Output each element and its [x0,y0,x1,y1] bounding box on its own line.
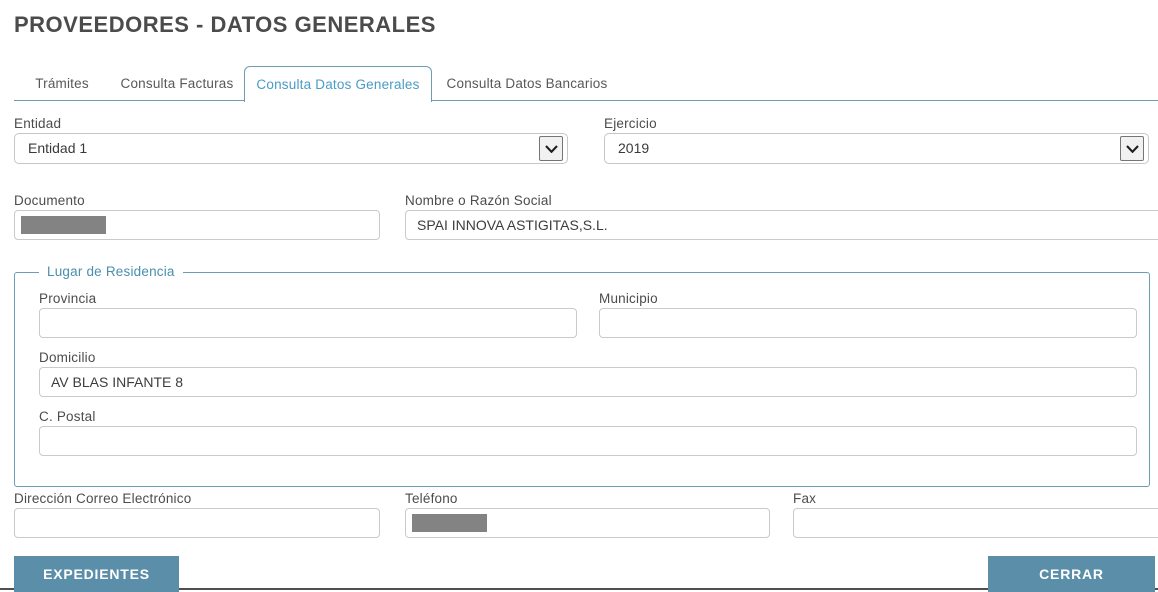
codigo-postal-label: C. Postal [39,409,96,424]
fax-input[interactable] [793,508,1158,538]
fax-label: Fax [793,491,816,506]
entidad-label: Entidad [14,116,61,131]
entidad-select[interactable]: Entidad 1 [14,133,568,164]
entidad-select-value: Entidad 1 [28,134,87,163]
ejercicio-select[interactable]: 2019 [604,133,1149,164]
provincia-input[interactable] [39,308,577,338]
domicilio-label: Domicilio [39,350,96,365]
tab-consulta-facturas[interactable]: Consulta Facturas [110,66,244,101]
documento-label: Documento [14,193,85,208]
municipio-input[interactable] [599,308,1137,338]
chevron-down-icon [539,136,563,161]
proveedores-datos-generales-window: PROVEEDORES - DATOS GENERALES Trámites C… [0,0,1158,592]
municipio-label: Municipio [599,291,658,306]
email-label: Dirección Correo Electrónico [14,491,191,506]
lugar-de-residencia-legend: Lugar de Residencia [39,264,183,279]
nombre-razon-social-input[interactable] [405,210,1158,240]
codigo-postal-input[interactable] [39,426,1137,456]
ejercicio-select-value: 2019 [618,134,649,163]
chevron-down-icon [1120,136,1144,161]
ejercicio-label: Ejercicio [604,116,657,131]
telefono-label: Teléfono [405,491,458,506]
redacted-value [21,216,106,234]
expedientes-button[interactable]: EXPEDIENTES [14,556,179,592]
domicilio-input[interactable] [39,367,1137,397]
provincia-label: Provincia [39,291,96,306]
tab-consulta-datos-bancarios[interactable]: Consulta Datos Bancarios [432,66,622,101]
page-title: PROVEEDORES - DATOS GENERALES [14,12,436,38]
nombre-razon-social-label: Nombre o Razón Social [405,193,552,208]
lugar-de-residencia-group: Lugar de Residencia Provincia Municipio … [14,272,1150,487]
tab-tramites[interactable]: Trámites [14,66,110,101]
redacted-value [412,514,487,532]
email-input[interactable] [14,508,380,538]
cerrar-button[interactable]: CERRAR [988,556,1155,592]
tab-consulta-datos-generales[interactable]: Consulta Datos Generales [244,66,432,102]
